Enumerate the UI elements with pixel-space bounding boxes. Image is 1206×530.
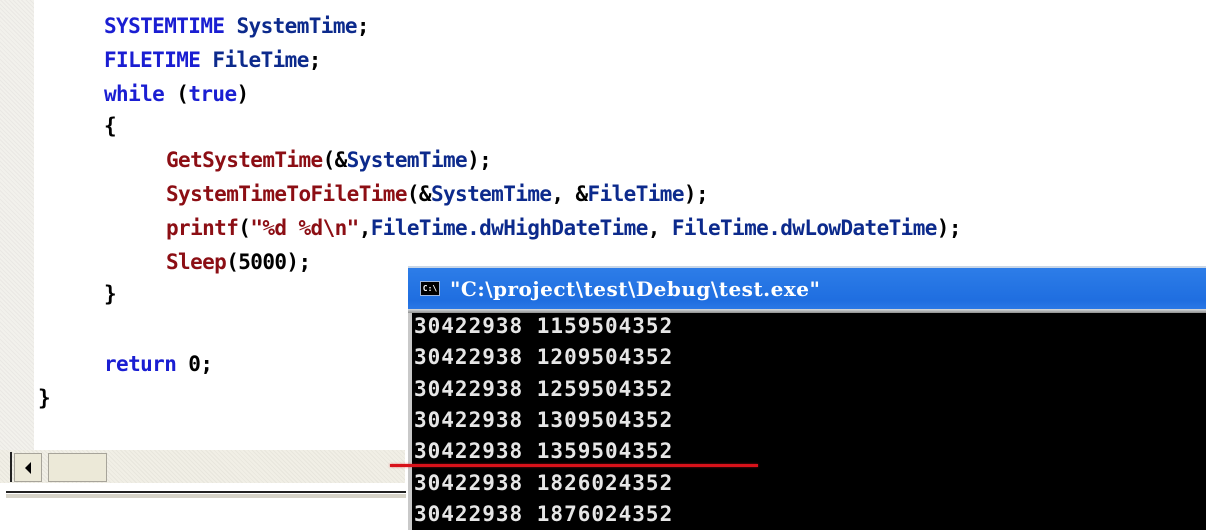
code-token: ); bbox=[936, 216, 962, 240]
code-token: ; bbox=[356, 14, 370, 38]
code-token: ); bbox=[467, 148, 492, 172]
arrow-left-icon bbox=[25, 461, 31, 474]
console-window[interactable]: C:\ "C:\project\test\Debug\test.exe" 304… bbox=[408, 266, 1206, 530]
code-token: SystemTimeToFileTime bbox=[166, 182, 407, 206]
console-output[interactable]: 30422938 1159504352 30422938 1209504352 30… bbox=[408, 313, 1206, 530]
code-token: (5000); bbox=[226, 250, 311, 274]
code-token: FileTime bbox=[587, 182, 685, 206]
code-token: true bbox=[188, 82, 237, 106]
console-output-line: 30422938 1259504352 bbox=[414, 376, 674, 401]
horizontal-scrollbar[interactable] bbox=[0, 450, 405, 483]
code-token: , bbox=[358, 216, 372, 240]
code-token: ; bbox=[308, 48, 322, 72]
code-token: ) bbox=[236, 82, 250, 106]
code-line: } bbox=[38, 386, 51, 410]
code-token: FILETIME bbox=[104, 48, 201, 72]
code-token: ( bbox=[164, 82, 189, 106]
code-line: SYSTEMTIME SystemTime; bbox=[104, 14, 370, 38]
editor-gutter bbox=[0, 0, 34, 450]
code-token: SystemTime bbox=[430, 182, 552, 206]
code-token: SYSTEMTIME bbox=[104, 14, 225, 38]
code-line: Sleep(5000); bbox=[166, 250, 311, 274]
console-output-line: 30422938 1209504352 bbox=[414, 345, 674, 370]
code-token: while bbox=[104, 82, 165, 106]
code-line: SystemTimeToFileTime(&SystemTime, &FileT… bbox=[166, 182, 709, 206]
console-title: "C:\project\test\Debug\test.exe" bbox=[450, 276, 821, 301]
cmd-icon: C:\ bbox=[420, 281, 440, 296]
scrollbar-thumb[interactable] bbox=[48, 453, 107, 482]
scrollbar-edge bbox=[10, 452, 12, 482]
code-token: ); bbox=[683, 182, 709, 206]
code-token: } bbox=[104, 282, 117, 306]
code-line: return 0; bbox=[104, 352, 213, 376]
code-token: (& bbox=[406, 182, 432, 206]
code-line: printf("%d %d\n",FileTime.dwHighDateTime… bbox=[166, 216, 961, 240]
code-line: GetSystemTime(&SystemTime); bbox=[166, 148, 492, 172]
console-title-bar[interactable]: C:\ "C:\project\test\Debug\test.exe" bbox=[408, 266, 1206, 309]
pane-divider bbox=[6, 491, 406, 493]
code-token: FileTime.dwLowDateTime bbox=[671, 216, 938, 240]
code-token: "%d %d\n" bbox=[250, 216, 359, 240]
pane-divider-shadow bbox=[6, 494, 406, 498]
code-token: { bbox=[104, 114, 117, 138]
code-token: SystemTime bbox=[224, 14, 357, 38]
console-output-line: 30422938 1159504352 bbox=[414, 314, 674, 338]
code-token: return bbox=[104, 352, 177, 376]
code-line: { bbox=[104, 114, 117, 138]
console-output-line: 30422938 1876024352 bbox=[414, 501, 674, 526]
console-output-line: 30422938 1309504352 bbox=[414, 407, 674, 432]
console-output-line: 30422938 1826024352 bbox=[414, 470, 674, 495]
code-token: FileTime bbox=[200, 48, 309, 72]
code-token: FileTime.dwHighDateTime bbox=[370, 216, 649, 240]
highlight-marker-line bbox=[390, 464, 758, 467]
code-token: ( bbox=[238, 216, 251, 240]
code-line: } bbox=[104, 282, 117, 306]
code-token: , & bbox=[551, 182, 588, 206]
code-token: printf bbox=[166, 216, 239, 240]
code-token: GetSystemTime bbox=[166, 148, 323, 172]
code-token: 0; bbox=[176, 352, 213, 376]
code-token: (& bbox=[322, 148, 348, 172]
console-output-line: 30422938 1359504352 bbox=[414, 439, 674, 464]
code-token: SystemTime bbox=[346, 148, 468, 172]
code-token: , bbox=[647, 216, 672, 240]
code-line: FILETIME FileTime; bbox=[104, 48, 321, 72]
code-line: while (true) bbox=[104, 82, 249, 106]
code-token: Sleep bbox=[166, 250, 227, 274]
code-token: } bbox=[38, 386, 51, 410]
scroll-left-button[interactable] bbox=[14, 453, 42, 482]
